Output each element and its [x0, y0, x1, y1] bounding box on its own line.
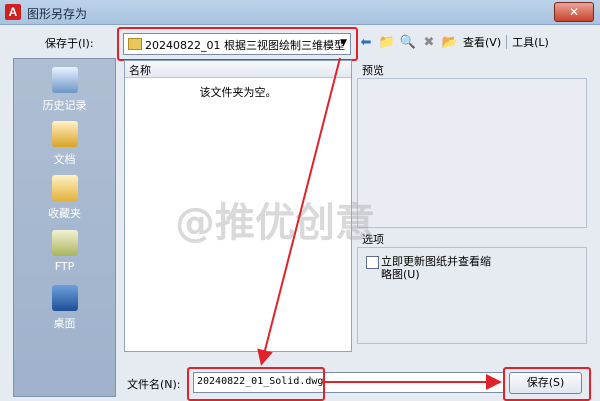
- arrow-folder-to-filename: [257, 57, 341, 366]
- annotation-arrows: [257, 57, 502, 390]
